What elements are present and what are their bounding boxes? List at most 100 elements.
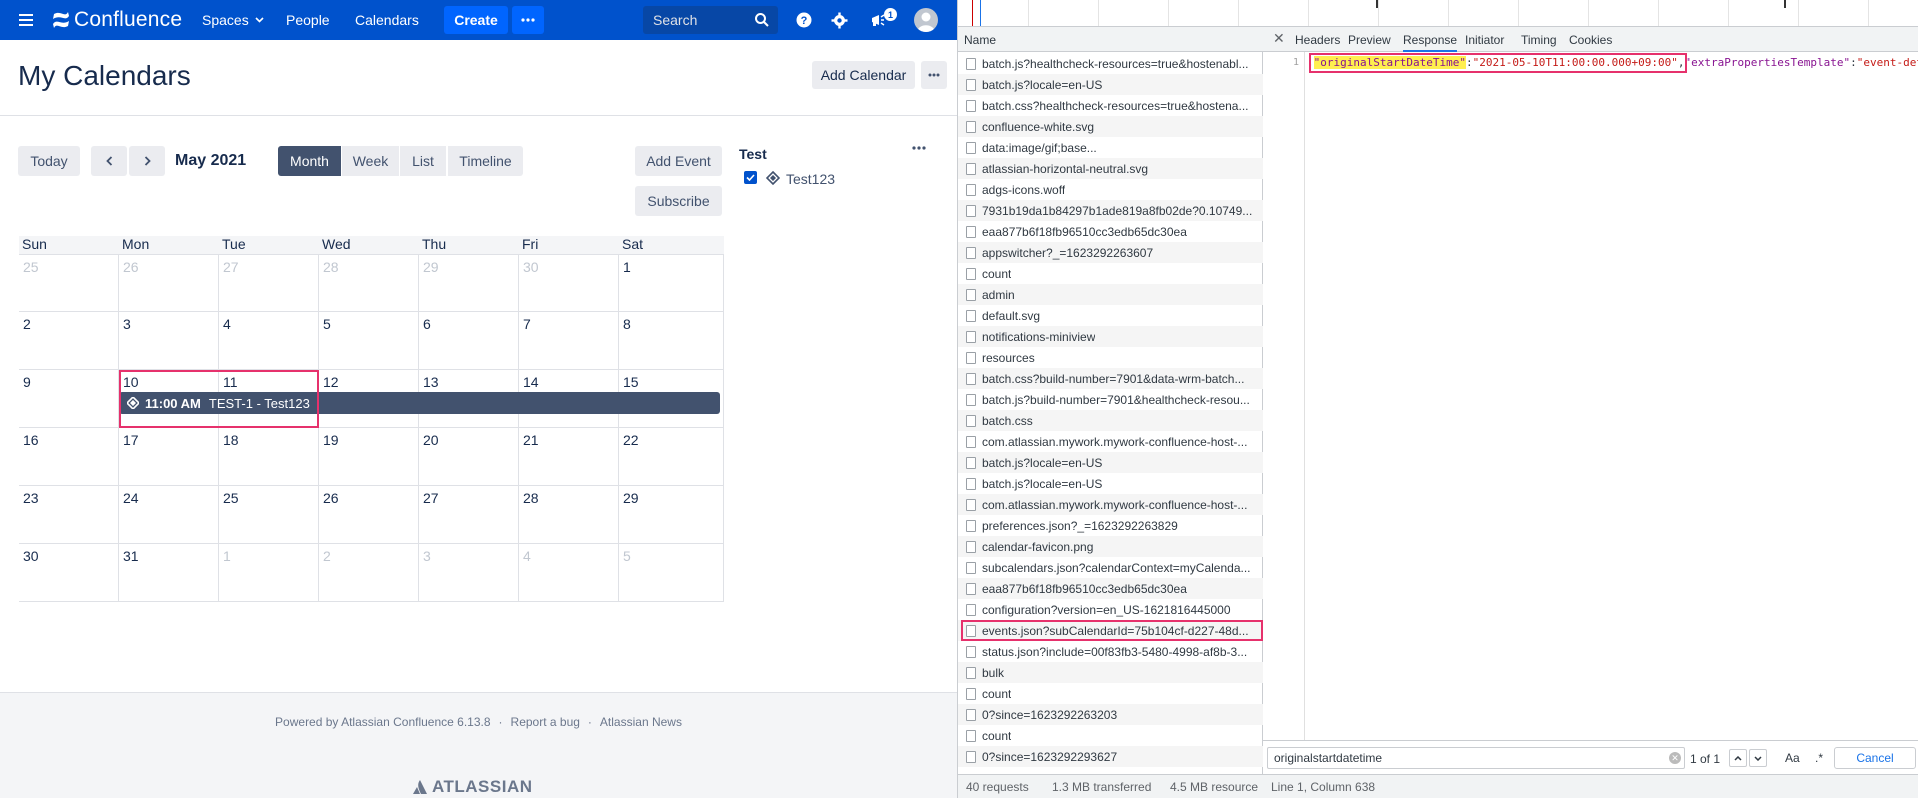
avatar[interactable] — [914, 8, 938, 32]
match-case-toggle[interactable]: Aa — [1785, 751, 1800, 765]
megaphone-icon[interactable] — [870, 0, 886, 40]
day-cell[interactable]: 1 — [219, 544, 319, 602]
request-row[interactable]: appswitcher?_=1623292263607 — [958, 242, 1263, 263]
request-row[interactable]: batch.js?locale=en-US — [958, 452, 1263, 473]
day-cell[interactable]: 21 — [519, 428, 619, 486]
tab-cookies[interactable]: Cookies — [1569, 33, 1612, 47]
day-cell[interactable]: 3 — [419, 544, 519, 602]
request-row[interactable]: batch.js?build-number=7901&healthcheck-r… — [958, 389, 1263, 410]
tab-preview[interactable]: Preview — [1348, 33, 1391, 47]
cancel-button[interactable]: Cancel — [1834, 747, 1916, 769]
name-column-header[interactable]: Name — [958, 27, 1263, 52]
day-cell[interactable]: 5 — [619, 544, 724, 602]
nav-people[interactable]: People — [286, 0, 330, 40]
day-cell[interactable]: 7 — [519, 312, 619, 370]
tab-headers[interactable]: Headers — [1295, 33, 1340, 47]
add-event-button[interactable]: Add Event — [635, 146, 722, 176]
tab-response[interactable]: Response — [1403, 33, 1458, 52]
request-row[interactable]: subcalendars.json?calendarContext=myCale… — [958, 557, 1263, 578]
create-button[interactable]: Create — [444, 6, 508, 34]
day-cell[interactable]: 22 — [619, 428, 724, 486]
day-cell[interactable]: 29 — [619, 486, 724, 544]
request-row[interactable]: batch.js?locale=en-US — [958, 473, 1263, 494]
subscribe-button[interactable]: Subscribe — [635, 186, 722, 216]
day-cell[interactable]: 25 — [19, 254, 119, 312]
request-row[interactable]: 0?since=1623292293627 — [958, 746, 1263, 767]
day-cell[interactable]: 2 — [19, 312, 119, 370]
request-row[interactable]: preferences.json?_=1623292263829 — [958, 515, 1263, 536]
request-row[interactable]: bulk — [958, 662, 1263, 683]
day-cell[interactable]: 1 — [619, 254, 724, 312]
day-cell[interactable]: 20 — [419, 428, 519, 486]
request-row[interactable]: resources — [958, 347, 1263, 368]
request-row[interactable]: default.svg — [958, 305, 1263, 326]
day-cell[interactable]: 8 — [619, 312, 724, 370]
day-cell[interactable]: 30 — [19, 544, 119, 602]
request-row[interactable]: count — [958, 263, 1263, 284]
request-row[interactable]: batch.js?healthcheck-resources=true&host… — [958, 53, 1263, 74]
day-cell[interactable]: 27 — [419, 486, 519, 544]
nav-calendars[interactable]: Calendars — [355, 0, 419, 40]
atlassian-news-link[interactable]: Atlassian News — [600, 715, 682, 729]
request-row[interactable]: status.json?include=00f83fb3-5480-4998-a… — [958, 641, 1263, 662]
day-cell[interactable]: 26 — [319, 486, 419, 544]
day-cell[interactable]: 23 — [19, 486, 119, 544]
day-cell[interactable]: 30 — [519, 254, 619, 312]
today-button[interactable]: Today — [18, 146, 80, 176]
day-cell[interactable]: 29 — [419, 254, 519, 312]
close-icon[interactable]: ✕ — [1273, 30, 1285, 47]
view-week-button[interactable]: Week — [342, 146, 399, 176]
regex-toggle[interactable]: .* — [1815, 751, 1823, 765]
day-cell[interactable]: 27 — [219, 254, 319, 312]
find-input[interactable] — [1267, 747, 1685, 769]
request-row[interactable]: eaa877b6f18fb96510cc3edb65dc30ea — [958, 221, 1263, 242]
request-row[interactable]: com.atlassian.mywork.mywork-confluence-h… — [958, 431, 1263, 452]
day-cell[interactable]: 5 — [319, 312, 419, 370]
day-cell[interactable]: 6 — [419, 312, 519, 370]
tab-initiator[interactable]: Initiator — [1465, 33, 1504, 47]
day-cell[interactable]: 18 — [219, 428, 319, 486]
request-row[interactable]: batch.css — [958, 410, 1263, 431]
view-list-button[interactable]: List — [400, 146, 446, 176]
day-cell[interactable]: 17 — [119, 428, 219, 486]
request-row[interactable]: count — [958, 725, 1263, 746]
request-row[interactable]: data:image/gif;base... — [958, 137, 1263, 158]
day-cell[interactable]: 31 — [119, 544, 219, 602]
day-cell[interactable]: 3 — [119, 312, 219, 370]
request-row[interactable]: confluence-white.svg — [958, 116, 1263, 137]
view-month-button[interactable]: Month — [278, 146, 341, 176]
search-input[interactable]: Search — [643, 6, 778, 34]
day-cell[interactable]: 4 — [519, 544, 619, 602]
request-row[interactable]: adgs-icons.woff — [958, 179, 1263, 200]
confluence-logo[interactable]: Confluence — [52, 0, 182, 40]
gear-icon[interactable] — [831, 0, 848, 40]
request-row[interactable]: calendar-favicon.png — [958, 536, 1263, 557]
find-previous-button[interactable] — [1729, 749, 1747, 767]
view-timeline-button[interactable]: Timeline — [448, 146, 523, 176]
request-row[interactable]: configuration?version=en_US-162181644500… — [958, 599, 1263, 620]
day-cell[interactable]: 25 — [219, 486, 319, 544]
day-cell[interactable]: 4 — [219, 312, 319, 370]
request-row[interactable]: batch.js?locale=en-US — [958, 74, 1263, 95]
calendar-checkbox[interactable] — [744, 171, 757, 184]
day-cell[interactable]: 28 — [319, 254, 419, 312]
previous-month-button[interactable] — [91, 146, 127, 176]
network-timeline-overview[interactable] — [958, 0, 1918, 27]
request-row[interactable]: atlassian-horizontal-neutral.svg — [958, 158, 1263, 179]
day-cell[interactable]: 9 — [19, 370, 119, 428]
calendar-name[interactable]: Test123 — [786, 171, 835, 187]
request-row[interactable]: notifications-miniview — [958, 326, 1263, 347]
tab-timing[interactable]: Timing — [1521, 33, 1557, 47]
request-row[interactable]: 7931b19da1b84297b1ade819a8fb02de?0.10749… — [958, 200, 1263, 221]
request-row[interactable]: eaa877b6f18fb96510cc3edb65dc30ea — [958, 578, 1263, 599]
day-cell[interactable]: 19 — [319, 428, 419, 486]
powered-by-link[interactable]: Powered by Atlassian Confluence 6.13.8 — [275, 715, 490, 729]
atlassian-logo[interactable]: ATLASSIAN — [412, 777, 533, 797]
request-row[interactable]: com.atlassian.mywork.mywork-confluence-h… — [958, 494, 1263, 515]
day-cell[interactable]: 16 — [19, 428, 119, 486]
nav-spaces[interactable]: Spaces — [202, 0, 264, 40]
request-row[interactable]: batch.css?healthcheck-resources=true&hos… — [958, 95, 1263, 116]
next-month-button[interactable] — [129, 146, 165, 176]
more-button[interactable] — [512, 6, 544, 34]
clear-icon[interactable]: ✕ — [1669, 752, 1681, 764]
